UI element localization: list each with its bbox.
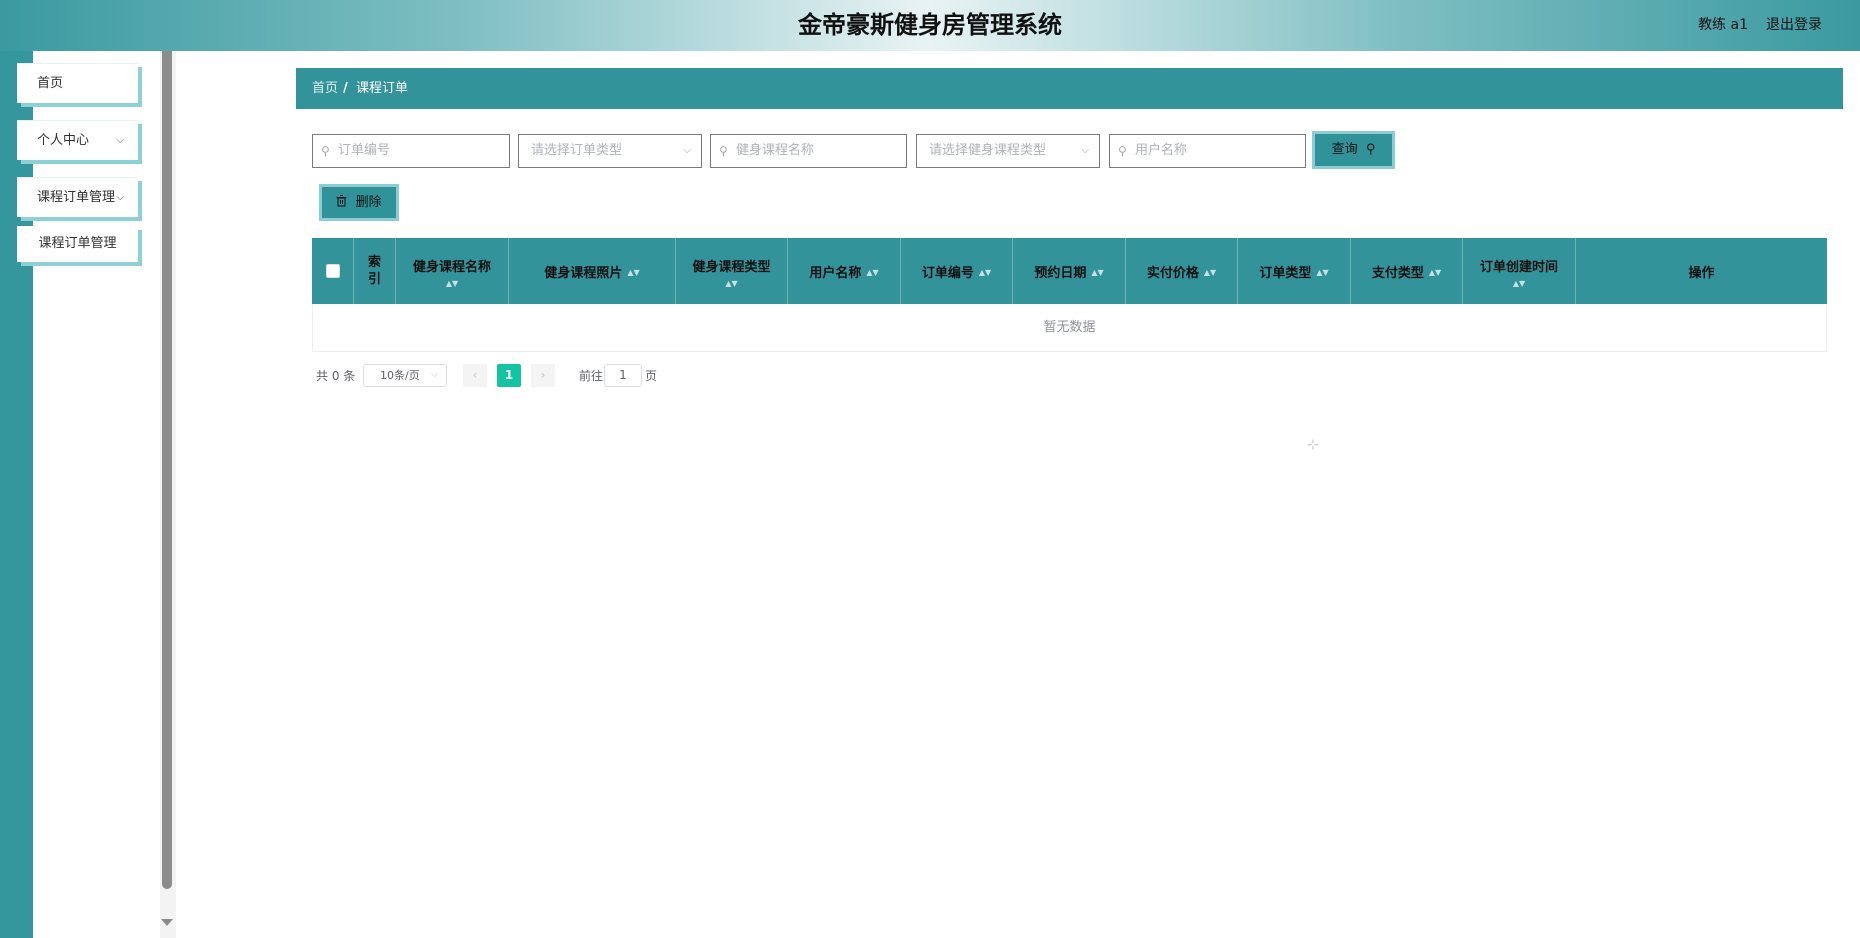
top-header: 金帝豪斯健身房管理系统 教练 a1 退出登录	[0, 0, 1860, 51]
pagination-total: 共 0 条	[316, 369, 356, 383]
scroll-down-arrow-icon[interactable]	[161, 919, 173, 926]
order-number-input[interactable]: ⚲ 订单编号	[312, 134, 510, 168]
sidebar-item-home[interactable]: 首页	[17, 63, 138, 103]
page-suffix-label: 页	[645, 369, 658, 383]
chevron-down-icon: ⌵	[683, 145, 691, 156]
app-title: 金帝豪斯健身房管理系统	[798, 11, 1062, 39]
page-size-value: 10条/页	[380, 369, 420, 382]
goto-label: 前往	[579, 369, 604, 383]
search-icon: ⚲	[719, 144, 728, 158]
query-button-label: 查询	[1331, 142, 1358, 157]
column-header-label: 实付价格	[1146, 265, 1199, 281]
order-type-placeholder: 请选择订单类型	[531, 143, 623, 158]
user-name-placeholder: 用户名称	[1135, 143, 1188, 158]
prev-page-button[interactable]: ‹	[463, 364, 487, 387]
column-header-course-name[interactable]: 健身课程名称 ▲▼	[396, 238, 509, 304]
sidebar-item-label: 首页	[37, 76, 64, 91]
column-header-label: 健身课程照片	[544, 265, 623, 281]
breadcrumb: 首页 / 课程订单	[296, 68, 1843, 109]
column-header-order-number[interactable]: 订单编号 ▲▼	[901, 238, 1013, 304]
search-icon: ⚲	[1118, 144, 1127, 158]
breadcrumb-separator: /	[343, 81, 348, 96]
query-button[interactable]: 查询 ⚲	[1315, 134, 1392, 166]
sort-icon[interactable]: ▲▼	[866, 269, 878, 277]
sidebar-item-label: 课程订单管理	[37, 190, 116, 205]
sort-icon[interactable]: ▲▼	[979, 269, 991, 277]
column-header-label: 支付类型	[1371, 265, 1424, 281]
order-type-select[interactable]: 请选择订单类型 ⌵	[518, 134, 702, 168]
course-name-input[interactable]: ⚲ 健身课程名称	[710, 134, 907, 168]
column-header-created-time[interactable]: 订单创建时间 ▲▼	[1463, 238, 1576, 304]
column-header-user-name[interactable]: 用户名称 ▲▼	[788, 238, 901, 304]
column-header-payment-type[interactable]: 支付类型 ▲▼	[1351, 238, 1463, 304]
breadcrumb-home-link[interactable]: 首页	[312, 68, 338, 109]
chevron-down-icon: ⌵	[431, 370, 438, 380]
current-user-label: 教练 a1	[1698, 17, 1748, 33]
next-page-button[interactable]: ›	[531, 364, 555, 387]
column-header-label: 预约日期	[1034, 265, 1087, 281]
delete-button-label: 删除	[355, 195, 382, 210]
column-header-label: 操作	[1688, 265, 1715, 281]
column-header-index: 索引	[354, 238, 396, 304]
sort-icon[interactable]: ▲▼	[1480, 279, 1558, 287]
sort-icon[interactable]: ▲▼	[627, 269, 639, 277]
column-header-actions: 操作	[1576, 238, 1827, 304]
goto-page-input[interactable]: 1	[604, 364, 642, 387]
chevron-down-icon: ⌵	[116, 135, 124, 146]
page-number-1[interactable]: 1	[497, 364, 521, 387]
sidebar-item-course-order-management[interactable]: 课程订单管理 ⌵	[17, 177, 138, 217]
search-icon: ⚲	[321, 144, 330, 158]
column-header-label: 用户名称	[809, 265, 862, 281]
mouse-cursor-icon: ⊹	[1307, 437, 1319, 453]
column-header-label: 订单类型	[1259, 265, 1312, 281]
trash-icon	[336, 195, 347, 207]
course-type-placeholder: 请选择健身课程类型	[929, 143, 1047, 158]
user-name-input[interactable]: ⚲ 用户名称	[1109, 134, 1306, 168]
breadcrumb-current: 课程订单	[356, 81, 409, 96]
course-type-select[interactable]: 请选择健身课程类型 ⌵	[916, 134, 1100, 168]
column-header-label: 订单创建时间	[1479, 259, 1558, 275]
submenu-item-course-order-management[interactable]: 课程订单管理	[17, 226, 138, 262]
column-header-paid-price[interactable]: 实付价格 ▲▼	[1126, 238, 1238, 304]
column-header-label: 健身课程名称	[412, 259, 491, 275]
sort-icon[interactable]: ▲▼	[1429, 269, 1441, 277]
page-size-select[interactable]: 10条/页 ⌵	[363, 364, 447, 387]
chevron-down-icon: ⌵	[116, 192, 124, 203]
column-header-label: 健身课程类型	[692, 259, 771, 275]
course-name-placeholder: 健身课程名称	[736, 143, 815, 158]
column-header-label: 订单编号	[921, 265, 974, 281]
column-header-booking-date[interactable]: 预约日期 ▲▼	[1013, 238, 1126, 304]
sort-icon[interactable]: ▲▼	[692, 279, 770, 287]
sidebar-item-label: 个人中心	[37, 133, 90, 148]
sort-icon[interactable]: ▲▼	[413, 279, 491, 287]
sort-icon[interactable]: ▲▼	[1316, 269, 1328, 277]
chevron-down-icon: ⌵	[1081, 145, 1089, 156]
column-header-course-photo[interactable]: 健身课程照片 ▲▼	[509, 238, 676, 304]
column-select-all	[312, 238, 354, 304]
sort-icon[interactable]: ▲▼	[1204, 269, 1216, 277]
table-empty-row: 暂无数据	[312, 304, 1827, 352]
search-icon: ⚲	[1365, 142, 1376, 157]
column-header-label: 索引	[367, 255, 381, 287]
table-header: 索引 健身课程名称 ▲▼ 健身课程照片 ▲▼ 健身课程类型 ▲▼ 用户名称 ▲▼ 订单编…	[312, 238, 1827, 304]
order-number-placeholder: 订单编号	[338, 143, 391, 158]
sort-icon[interactable]: ▲▼	[1091, 269, 1103, 277]
select-all-checkbox[interactable]	[325, 264, 340, 278]
sidebar-scrollbar-thumb[interactable]	[162, 51, 172, 889]
column-header-order-type[interactable]: 订单类型 ▲▼	[1238, 238, 1351, 304]
column-header-course-type[interactable]: 健身课程类型 ▲▼	[676, 238, 788, 304]
sidebar-item-personal-center[interactable]: 个人中心 ⌵	[17, 120, 138, 160]
logout-link[interactable]: 退出登录	[1766, 0, 1822, 51]
delete-button[interactable]: 删除	[322, 187, 396, 218]
